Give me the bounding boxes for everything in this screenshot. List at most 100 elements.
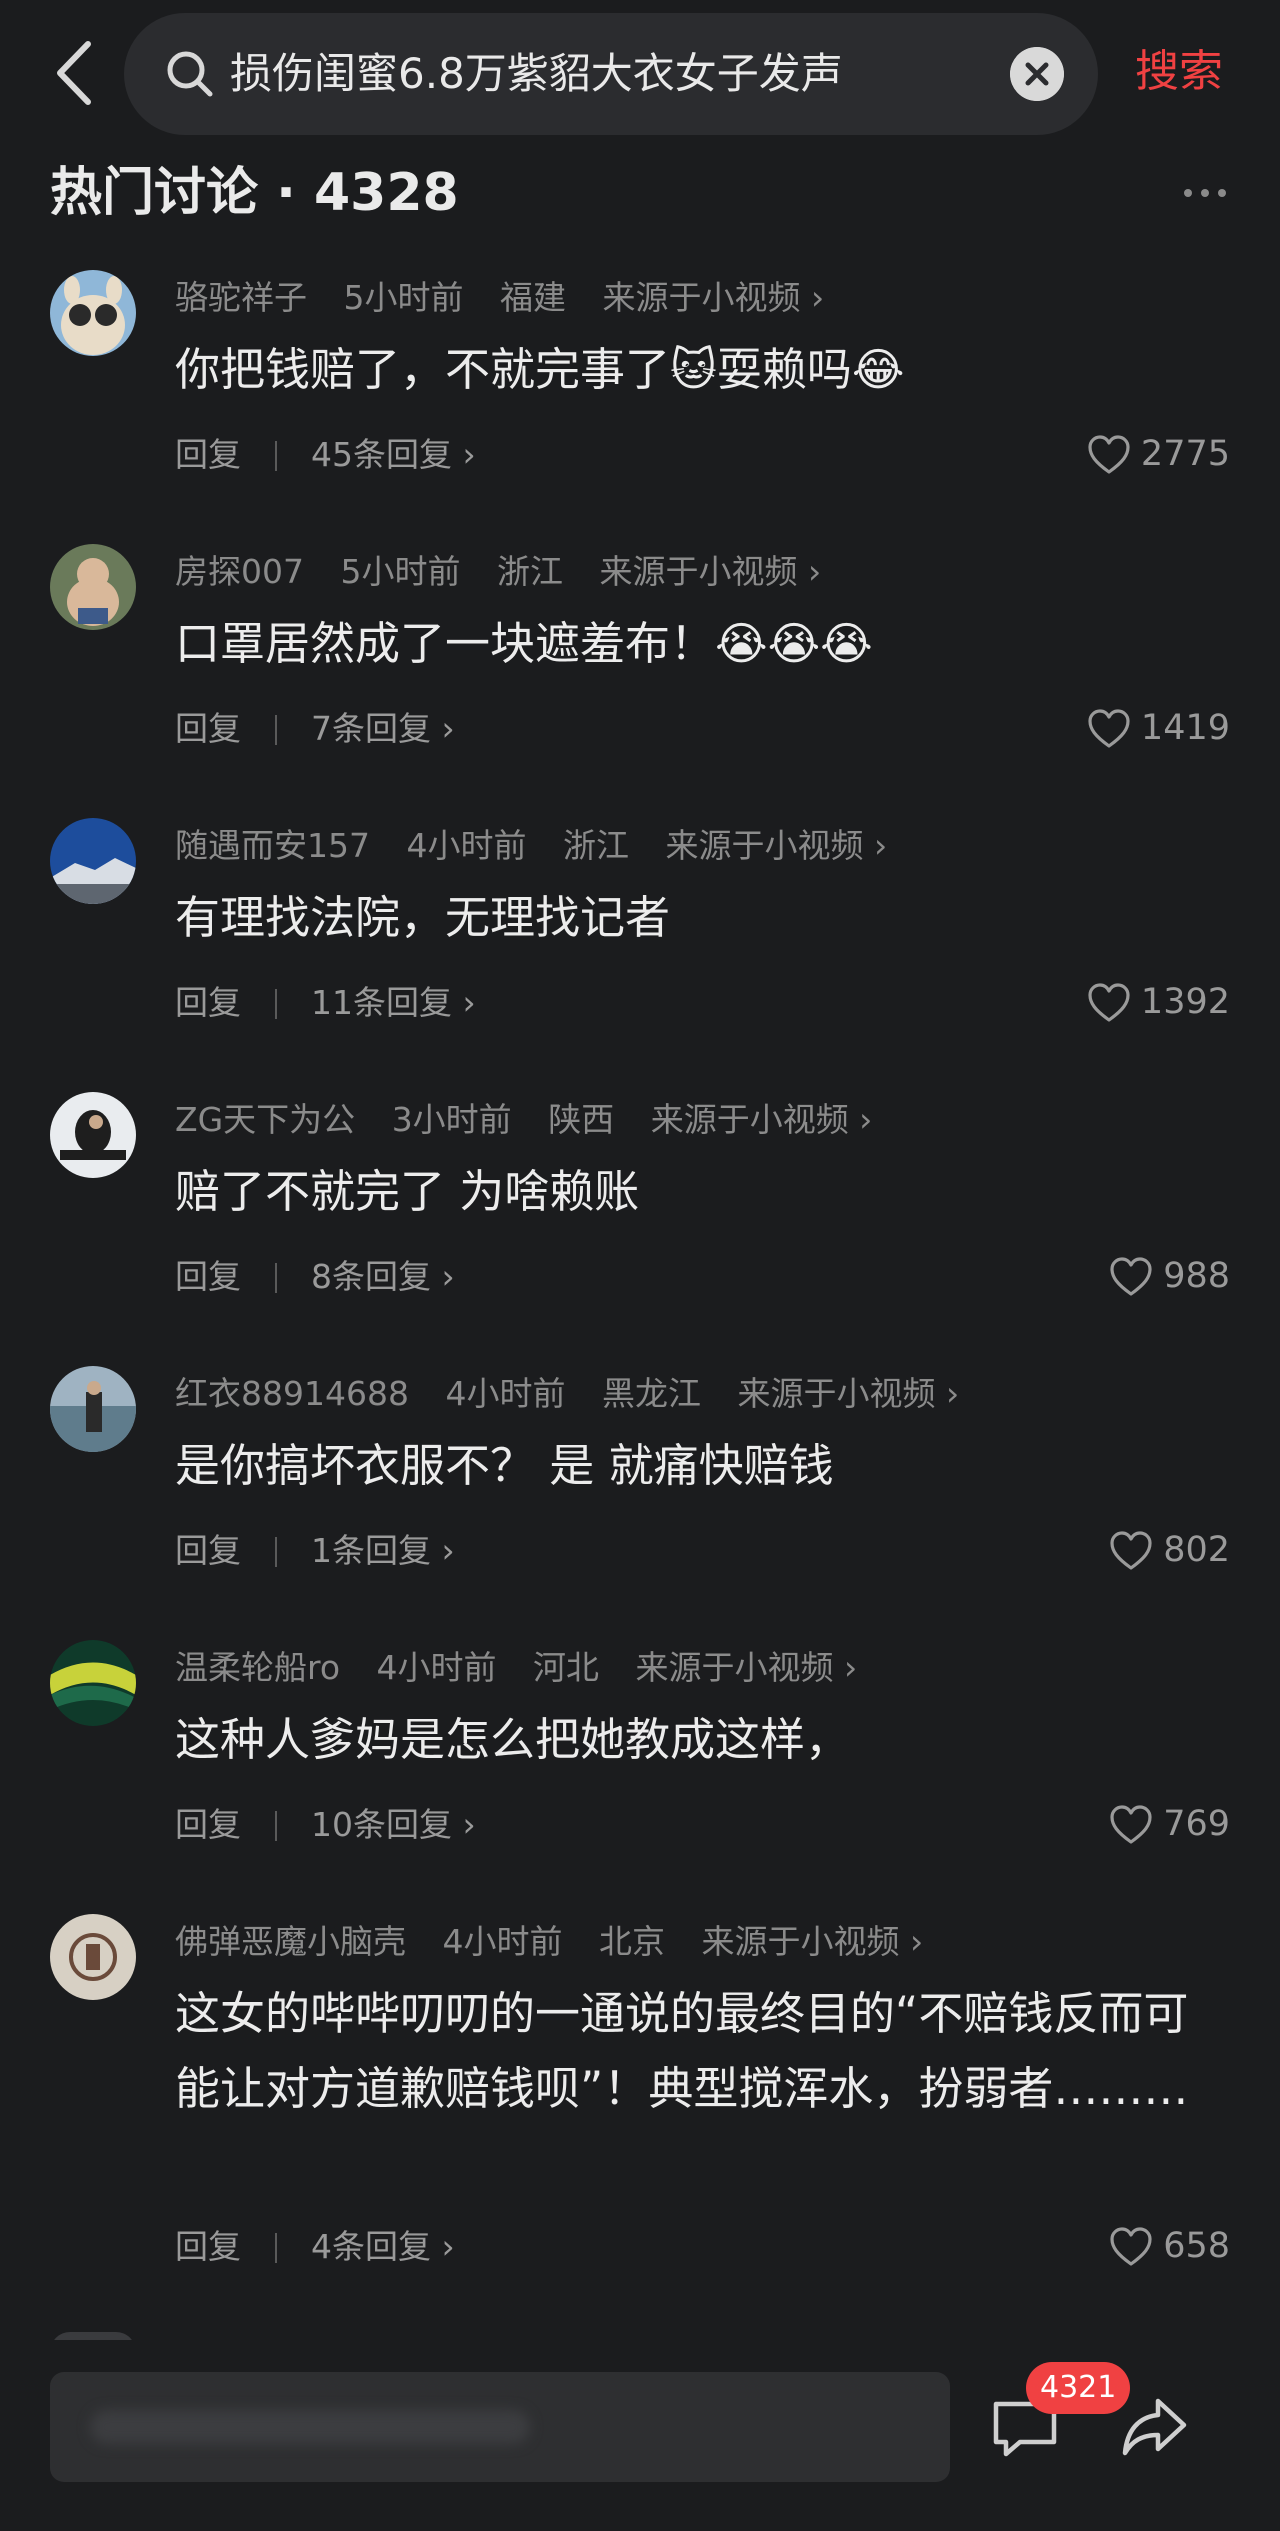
- share-icon[interactable]: [1120, 2395, 1190, 2460]
- timestamp: 4小时前: [406, 826, 527, 865]
- timestamp: 4小时前: [376, 1648, 497, 1687]
- reply-button[interactable]: 回复: [175, 435, 241, 474]
- heart-icon: [1088, 435, 1130, 474]
- comment-actions: 回复 45条回复 ›: [175, 435, 476, 475]
- like-count: 988: [1163, 1256, 1230, 1296]
- location: 浙江: [563, 826, 629, 865]
- username[interactable]: 红衣88914688: [175, 1374, 409, 1413]
- avatar[interactable]: [50, 818, 136, 904]
- comment-meta: ZG天下为公 3小时前 陕西 来源于小视频 ›: [175, 1100, 898, 1140]
- comment-text: 口罩居然成了一块遮羞布！😭😭😭: [175, 617, 873, 670]
- timestamp: 5小时前: [340, 552, 461, 591]
- heart-icon: [1110, 1257, 1152, 1296]
- like-button[interactable]: 1419: [1087, 706, 1230, 750]
- location: 浙江: [497, 552, 563, 591]
- divider: [275, 441, 277, 471]
- location: 北京: [599, 1922, 665, 1961]
- divider: [275, 715, 277, 745]
- reply-button[interactable]: 回复: [175, 1257, 241, 1296]
- search-query[interactable]: 损伤闺蜜6.8万紫貂大衣女子发声: [230, 13, 843, 135]
- search-box[interactable]: 损伤闺蜜6.8万紫貂大衣女子发声: [124, 13, 1098, 135]
- back-arrow-icon[interactable]: [50, 38, 100, 108]
- comment-meta: 红衣88914688 4小时前 黑龙江 来源于小视频 ›: [175, 1374, 985, 1414]
- replies-link[interactable]: 11条回复 ›: [311, 983, 476, 1022]
- username[interactable]: 骆驼祥子: [175, 278, 307, 317]
- location: 河北: [533, 1648, 600, 1687]
- like-button[interactable]: 1392: [1087, 980, 1230, 1024]
- more-icon[interactable]: [1180, 178, 1230, 208]
- clear-icon[interactable]: [1010, 47, 1064, 101]
- comment-actions: 回复 8条回复 ›: [175, 1257, 455, 1297]
- comment-actions: 回复 11条回复 ›: [175, 983, 476, 1023]
- divider: [275, 1811, 277, 1841]
- avatar[interactable]: [50, 1092, 136, 1178]
- avatar[interactable]: [50, 544, 136, 630]
- username[interactable]: 佛弹恶魔小脑壳: [175, 1922, 406, 1961]
- username[interactable]: ZG天下为公: [175, 1100, 355, 1139]
- like-button[interactable]: 988: [1109, 1254, 1230, 1298]
- avatar[interactable]: [50, 270, 136, 356]
- comment-actions: 回复 7条回复 ›: [175, 709, 455, 749]
- comment-meta: 随遇而安157 4小时前 浙江 来源于小视频 ›: [175, 826, 913, 866]
- like-button[interactable]: 802: [1109, 1528, 1230, 1572]
- comment-meta: 骆驼祥子 5小时前 福建 来源于小视频 ›: [175, 278, 850, 318]
- reply-button[interactable]: 回复: [175, 983, 241, 1022]
- replies-link[interactable]: 8条回复 ›: [311, 1257, 455, 1296]
- timestamp: 4小时前: [442, 1922, 563, 1961]
- comment-actions: 回复 4条回复 ›: [175, 2227, 455, 2267]
- source-link[interactable]: 来源于小视频 ›: [600, 552, 822, 591]
- replies-link[interactable]: 10条回复 ›: [311, 1805, 476, 1844]
- timestamp: 5小时前: [343, 278, 464, 317]
- reply-button[interactable]: 回复: [175, 2227, 241, 2266]
- like-count: 1392: [1140, 982, 1230, 1022]
- like-button[interactable]: 769: [1109, 1802, 1230, 1846]
- source-link[interactable]: 来源于小视频 ›: [636, 1648, 858, 1687]
- like-button[interactable]: 2775: [1087, 432, 1230, 476]
- divider: [275, 1537, 277, 1567]
- bottom-bar: 4321: [0, 2340, 1280, 2531]
- heart-icon: [1088, 983, 1130, 1022]
- username[interactable]: 随遇而安157: [175, 826, 370, 865]
- source-link[interactable]: 来源于小视频 ›: [666, 826, 888, 865]
- comment-text: 是你搞坏衣服不？ 是 就痛快赔钱: [175, 1439, 834, 1492]
- replies-link[interactable]: 4条回复 ›: [311, 2227, 455, 2266]
- heart-icon: [1110, 1531, 1152, 1570]
- comment-count-badge: 4321: [1026, 2362, 1131, 2414]
- top-bar: 损伤闺蜜6.8万紫貂大衣女子发声 搜索: [0, 0, 1280, 145]
- like-button[interactable]: 658: [1109, 2224, 1230, 2268]
- reply-button[interactable]: 回复: [175, 1805, 241, 1844]
- comment-input[interactable]: [50, 2372, 950, 2482]
- like-count: 658: [1163, 2226, 1230, 2266]
- heart-icon: [1110, 1805, 1152, 1844]
- avatar[interactable]: [50, 1914, 136, 2000]
- like-count: 802: [1163, 1530, 1230, 1570]
- comment-text: 赔了不就完了 为啥赖账: [175, 1165, 640, 1218]
- timestamp: 3小时前: [391, 1100, 512, 1139]
- source-link[interactable]: 来源于小视频 ›: [702, 1922, 924, 1961]
- avatar[interactable]: [50, 1640, 136, 1726]
- divider: [275, 2233, 277, 2263]
- reply-button[interactable]: 回复: [175, 1531, 241, 1570]
- replies-link[interactable]: 1条回复 ›: [311, 1531, 455, 1570]
- comment-text: 这女的哔哔叨叨的一通说的最终目的“不赔钱反而可能让对方道歉赔钱呗”！典型搅浑水，…: [175, 1987, 1189, 2115]
- source-link[interactable]: 来源于小视频 ›: [737, 1374, 959, 1413]
- search-button[interactable]: 搜索: [1135, 40, 1223, 104]
- replies-link[interactable]: 45条回复 ›: [311, 435, 476, 474]
- comment-meta: 房探007 5小时前 浙江 来源于小视频 ›: [175, 552, 847, 592]
- username[interactable]: 房探007: [175, 552, 304, 591]
- divider: [275, 1263, 277, 1293]
- comment-actions: 回复 10条回复 ›: [175, 1805, 476, 1845]
- replies-link[interactable]: 7条回复 ›: [311, 709, 455, 748]
- source-link[interactable]: 来源于小视频 ›: [651, 1100, 873, 1139]
- comment-meta: 佛弹恶魔小脑壳 4小时前 北京 来源于小视频 ›: [175, 1922, 949, 1962]
- source-link[interactable]: 来源于小视频 ›: [603, 278, 825, 317]
- search-icon: [167, 51, 213, 97]
- comment-meta: 温柔轮船ro 4小时前 河北 来源于小视频 ›: [175, 1648, 883, 1688]
- heart-icon: [1110, 2227, 1152, 2266]
- avatar[interactable]: [50, 1366, 136, 1452]
- username[interactable]: 温柔轮船ro: [175, 1648, 340, 1687]
- section-title: 热门讨论 · 4328: [50, 163, 459, 223]
- location: 黑龙江: [601, 1374, 701, 1413]
- reply-button[interactable]: 回复: [175, 709, 241, 748]
- heart-icon: [1088, 709, 1130, 748]
